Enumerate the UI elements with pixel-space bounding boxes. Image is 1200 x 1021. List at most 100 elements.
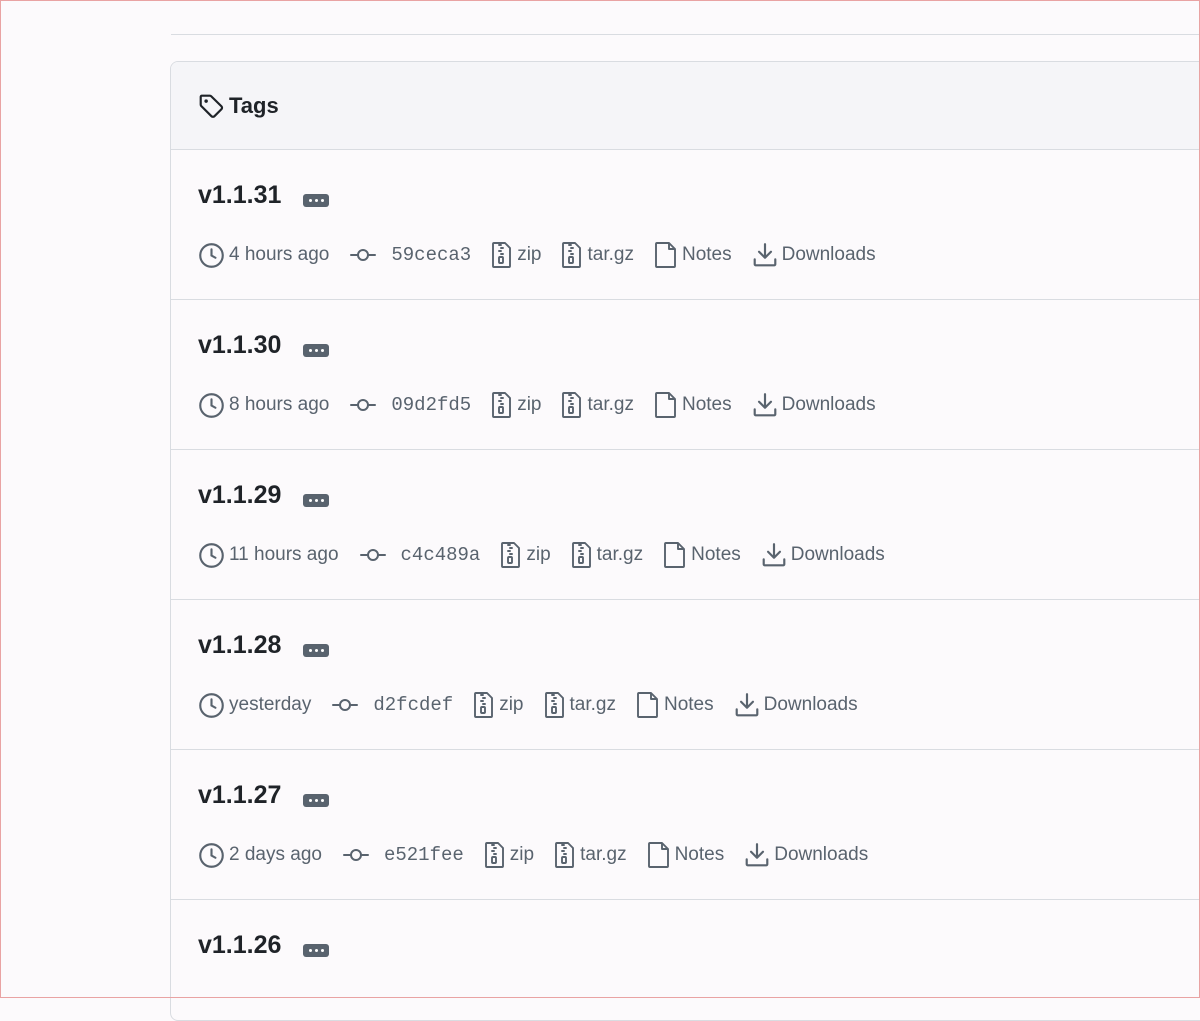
more-options-button[interactable] [303, 493, 330, 507]
file-zip-icon [491, 241, 513, 269]
more-options-button[interactable] [303, 943, 330, 957]
commit-link[interactable]: c4c489a [359, 543, 481, 567]
kebab-horizontal-icon [308, 948, 312, 952]
downloads-label: Downloads [790, 544, 885, 565]
tar-download-link[interactable]: tar.gz [561, 391, 634, 419]
tar-label: tar.gz [587, 244, 634, 265]
downloads-link[interactable]: Downloads [761, 542, 885, 568]
tag-time-text: 11 hours ago [229, 544, 339, 565]
more-options-button[interactable] [303, 793, 330, 807]
commit-link[interactable]: 59ceca3 [349, 243, 471, 267]
tag-name-link[interactable]: v1.1.29 [198, 480, 281, 510]
clock-icon [198, 842, 225, 869]
downloads-link[interactable]: Downloads [744, 842, 868, 868]
file-zip-icon [561, 241, 583, 269]
notes-label: Notes [691, 544, 741, 565]
more-options-button[interactable] [303, 193, 330, 207]
zip-download-link[interactable]: zip [484, 841, 534, 869]
downloads-link[interactable]: Downloads [752, 392, 876, 418]
file-zip-icon [561, 391, 583, 419]
more-options-button[interactable] [303, 343, 330, 357]
downloads-label: Downloads [763, 694, 858, 715]
tag-name-link[interactable]: v1.1.31 [198, 180, 281, 210]
download-icon [752, 242, 778, 268]
file-icon [663, 541, 687, 569]
tags-panel: Tags v1.1.31 4 hours ago 59ceca3 zip tar… [170, 61, 1200, 1021]
downloads-label: Downloads [781, 394, 876, 415]
tag-meta: 2 days ago e521fee zip tar.gz Notes Down… [198, 840, 888, 870]
file-zip-icon [484, 841, 506, 869]
tags-panel-header: Tags [171, 62, 1200, 150]
file-zip-icon [544, 691, 566, 719]
tag-name-link[interactable]: v1.1.26 [198, 930, 281, 960]
tag-row: v1.1.31 4 hours ago 59ceca3 zip tar.gz N… [171, 150, 1200, 300]
tag-list: v1.1.31 4 hours ago 59ceca3 zip tar.gz N… [171, 150, 1200, 1020]
zip-download-link[interactable]: zip [473, 691, 524, 719]
more-options-button[interactable] [303, 643, 330, 657]
tag-row: v1.1.30 8 hours ago 09d2fd5 zip tar.gz N… [171, 300, 1200, 450]
notes-link[interactable]: Notes [663, 541, 741, 569]
commit-sha: c4c489a [400, 544, 481, 566]
git-commit-icon [359, 543, 387, 567]
tag-name-link[interactable]: v1.1.27 [198, 780, 281, 810]
downloads-link[interactable]: Downloads [734, 692, 858, 718]
git-commit-icon [349, 243, 377, 267]
tag-title-line: v1.1.27 [198, 780, 330, 810]
kebab-horizontal-icon [308, 498, 312, 502]
download-icon [744, 842, 770, 868]
notes-label: Notes [674, 844, 725, 865]
zip-download-link[interactable]: zip [500, 541, 551, 569]
zip-download-link[interactable]: zip [491, 391, 541, 419]
tag-time-text: 8 hours ago [229, 394, 330, 415]
file-zip-icon [554, 841, 576, 869]
commit-link[interactable]: e521fee [342, 843, 464, 867]
file-icon [654, 391, 678, 419]
file-zip-icon [473, 691, 495, 719]
clock-icon [198, 692, 225, 719]
commit-sha: 09d2fd5 [391, 394, 472, 416]
git-commit-icon [331, 693, 359, 717]
tag-time-text: yesterday [229, 694, 312, 715]
tar-download-link[interactable]: tar.gz [571, 541, 643, 569]
zip-label: zip [499, 694, 524, 715]
notes-link[interactable]: Notes [654, 241, 732, 269]
commit-link[interactable]: 09d2fd5 [349, 393, 471, 417]
tag-icon [198, 93, 224, 119]
zip-download-link[interactable]: zip [491, 241, 541, 269]
notes-label: Notes [681, 244, 732, 265]
tar-download-link[interactable]: tar.gz [544, 691, 616, 719]
git-commit-icon [349, 393, 377, 417]
tag-time: 11 hours ago [198, 542, 339, 569]
tag-meta: 4 hours ago 59ceca3 zip tar.gz Notes Dow… [198, 240, 896, 270]
kebab-horizontal-icon [308, 348, 312, 352]
file-zip-icon [571, 541, 593, 569]
commit-sha: e521fee [383, 844, 464, 866]
notes-link[interactable]: Notes [647, 841, 725, 869]
commit-link[interactable]: d2fcdef [331, 693, 453, 717]
git-commit-icon [342, 843, 370, 867]
zip-label: zip [517, 394, 542, 415]
tar-download-link[interactable]: tar.gz [554, 841, 627, 869]
notes-link[interactable]: Notes [636, 691, 714, 719]
tag-title-line: v1.1.30 [198, 330, 330, 360]
section-divider [171, 34, 1200, 35]
tag-title-line: v1.1.28 [198, 630, 330, 660]
notes-label: Notes [663, 694, 714, 715]
tar-label: tar.gz [587, 394, 634, 415]
kebab-horizontal-icon [308, 798, 312, 802]
tag-time: 2 days ago [198, 842, 322, 869]
tar-download-link[interactable]: tar.gz [561, 241, 634, 269]
file-icon [647, 841, 671, 869]
clock-icon [198, 392, 225, 419]
tag-name-link[interactable]: v1.1.28 [198, 630, 281, 660]
downloads-link[interactable]: Downloads [752, 242, 876, 268]
kebab-horizontal-icon [308, 648, 312, 652]
tag-row: v1.1.29 11 hours ago c4c489a zip tar.gz … [171, 450, 1200, 600]
tag-row: v1.1.26 [171, 900, 1200, 1020]
file-zip-icon [500, 541, 522, 569]
tag-name-link[interactable]: v1.1.30 [198, 330, 281, 360]
notes-link[interactable]: Notes [654, 391, 732, 419]
downloads-label: Downloads [774, 844, 869, 865]
tag-title-line: v1.1.26 [198, 930, 330, 960]
download-icon [752, 392, 778, 418]
